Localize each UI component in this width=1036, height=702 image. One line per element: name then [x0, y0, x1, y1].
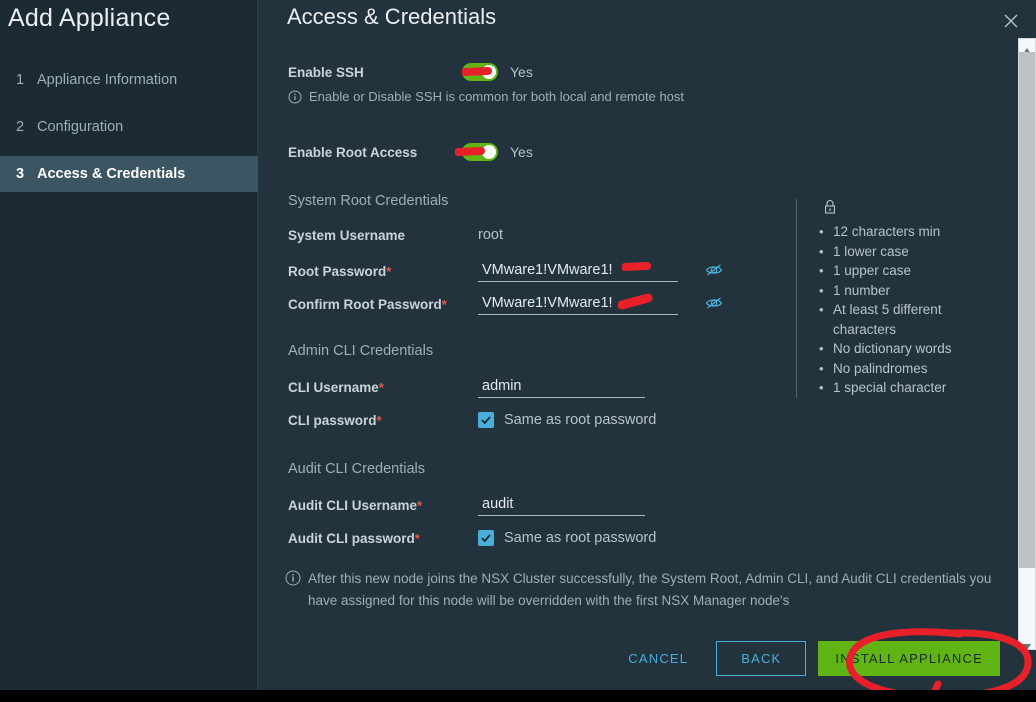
label-text: CLI password: [288, 412, 377, 428]
enable-ssh-row: Enable SSH Yes: [288, 63, 533, 81]
label-text: CLI Username: [288, 379, 379, 395]
cluster-override-note: After this new node joins the NSX Cluste…: [285, 568, 995, 612]
required-marker: *: [414, 530, 420, 546]
audit-cli-username-input[interactable]: audit: [478, 494, 645, 516]
step-label: Access & Credentials: [37, 166, 186, 182]
enable-root-access-row: Enable Root Access Yes: [288, 143, 533, 161]
enable-root-access-toggle[interactable]: [462, 143, 498, 161]
eye-off-icon[interactable]: [704, 293, 724, 313]
screen-bottom-strip: [0, 690, 1036, 702]
info-icon: [285, 570, 301, 586]
wizard-steps: 1 Appliance Information 2 Configuration …: [0, 62, 258, 203]
audit-cli-section-header: Audit CLI Credentials: [288, 461, 425, 477]
required-marker: *: [376, 412, 382, 428]
check-icon: [481, 534, 491, 543]
cli-password-row: CLI password* Same as root password: [288, 412, 656, 428]
audit-cli-username-value: audit: [482, 496, 514, 512]
required-marker: *: [378, 379, 384, 395]
note-line-1: After this new node joins the NSX Cluste…: [308, 571, 897, 586]
cli-username-value: admin: [482, 378, 522, 394]
cli-username-label: CLI Username*: [288, 380, 478, 395]
page-title: Access & Credentials: [287, 4, 497, 29]
sidebar-step-access-credentials[interactable]: 3 Access & Credentials: [0, 156, 258, 192]
scrollbar-thumb[interactable]: [1019, 52, 1035, 568]
system-root-section-header: System Root Credentials: [288, 193, 448, 209]
step-number: 3: [16, 166, 25, 182]
dialog-footer: CANCEL BACK INSTALL APPLIANCE: [259, 627, 1018, 690]
cancel-button[interactable]: CANCEL: [612, 641, 704, 676]
cli-password-same-as-root-checkbox[interactable]: [478, 412, 494, 428]
list-item: 12 characters min: [819, 222, 996, 242]
system-username-value: root: [478, 227, 503, 243]
required-marker: *: [441, 296, 447, 312]
section-title: Admin CLI Credentials: [288, 343, 434, 359]
check-icon: [481, 416, 491, 425]
label-text: Audit CLI password: [288, 530, 415, 546]
audit-cli-password-row: Audit CLI password* Same as root passwor…: [288, 530, 656, 546]
cli-username-input[interactable]: admin: [478, 376, 645, 398]
password-requirements-list: 12 characters min 1 lower case 1 upper c…: [819, 222, 996, 398]
root-password-input[interactable]: VMware1!VMware1!: [478, 260, 723, 282]
confirm-root-password-value: VMware1!VMware1!: [482, 295, 613, 311]
step-number: 1: [16, 72, 25, 88]
enable-ssh-label: Enable SSH: [288, 64, 364, 80]
label-text: Audit CLI Username: [288, 497, 418, 513]
system-username-label: System Username: [288, 227, 406, 243]
lock-icon: [823, 199, 996, 220]
list-item: 1 lower case: [819, 242, 996, 262]
admin-cli-section-header: Admin CLI Credentials: [288, 343, 433, 359]
back-button[interactable]: BACK: [716, 641, 807, 676]
cluster-override-note-text: After this new node joins the NSX Cluste…: [308, 568, 995, 612]
step-label: Configuration: [37, 119, 124, 135]
system-username-row: System Username root: [288, 227, 503, 243]
info-icon: [288, 90, 302, 104]
confirm-root-password-input[interactable]: VMware1!VMware1!: [478, 293, 723, 315]
list-item: No dictionary words: [819, 339, 996, 359]
step-number: 2: [16, 119, 25, 135]
list-item: 1 number: [819, 281, 996, 301]
required-marker: *: [417, 497, 423, 513]
label-text: Root Password: [288, 263, 387, 279]
eye-off-icon[interactable]: [704, 260, 724, 280]
enable-root-access-label: Enable Root Access: [288, 144, 418, 160]
label-text: Confirm Root Password: [288, 296, 442, 312]
wizard-sidebar: Add Appliance 1 Appliance Information 2 …: [0, 0, 258, 690]
sidebar-step-appliance-information[interactable]: 1 Appliance Information: [0, 62, 258, 98]
root-password-value: VMware1!VMware1!: [482, 262, 613, 278]
enable-root-access-value: Yes: [510, 144, 533, 160]
section-title: System Root Credentials: [288, 193, 449, 209]
section-title: Audit CLI Credentials: [288, 461, 426, 477]
scroll-down-arrow-icon[interactable]: [1022, 638, 1032, 656]
cli-password-checkbox-label: Same as root password: [504, 412, 657, 428]
confirm-root-password-label: Confirm Root Password*: [288, 297, 478, 312]
list-item: 1 special character: [819, 378, 996, 398]
vertical-scrollbar[interactable]: [1018, 0, 1036, 690]
root-password-label: Root Password*: [288, 264, 478, 279]
step-label: Appliance Information: [37, 72, 178, 88]
audit-cli-password-same-as-root-checkbox[interactable]: [478, 530, 494, 546]
cli-username-row: CLI Username* admin: [288, 376, 645, 398]
add-appliance-dialog: Add Appliance 1 Appliance Information 2 …: [0, 0, 1036, 702]
enable-ssh-value: Yes: [510, 64, 533, 80]
enable-ssh-hint: Enable or Disable SSH is common for both…: [288, 89, 948, 104]
toggle-knob: [482, 65, 496, 79]
password-requirements-panel: 12 characters min 1 lower case 1 upper c…: [796, 199, 996, 398]
audit-cli-password-label: Audit CLI password*: [288, 531, 478, 546]
confirm-root-password-row: Confirm Root Password* VMware1!VMware1!: [288, 293, 723, 315]
wizard-title: Add Appliance: [8, 4, 171, 32]
list-item: 1 upper case: [819, 261, 996, 281]
toggle-knob: [482, 145, 496, 159]
sidebar-step-configuration[interactable]: 2 Configuration: [0, 109, 258, 145]
required-marker: *: [386, 263, 392, 279]
install-appliance-button[interactable]: INSTALL APPLIANCE: [818, 641, 1000, 676]
cli-password-label: CLI password*: [288, 413, 478, 428]
list-item: At least 5 different characters: [819, 300, 996, 339]
root-password-row: Root Password* VMware1!VMware1!: [288, 260, 723, 282]
audit-cli-username-row: Audit CLI Username* audit: [288, 494, 645, 516]
list-item: No palindromes: [819, 359, 996, 379]
enable-ssh-toggle[interactable]: [462, 63, 498, 81]
enable-ssh-hint-text: Enable or Disable SSH is common for both…: [309, 89, 685, 104]
audit-cli-username-label: Audit CLI Username*: [288, 498, 478, 513]
audit-cli-password-checkbox-label: Same as root password: [504, 530, 657, 546]
